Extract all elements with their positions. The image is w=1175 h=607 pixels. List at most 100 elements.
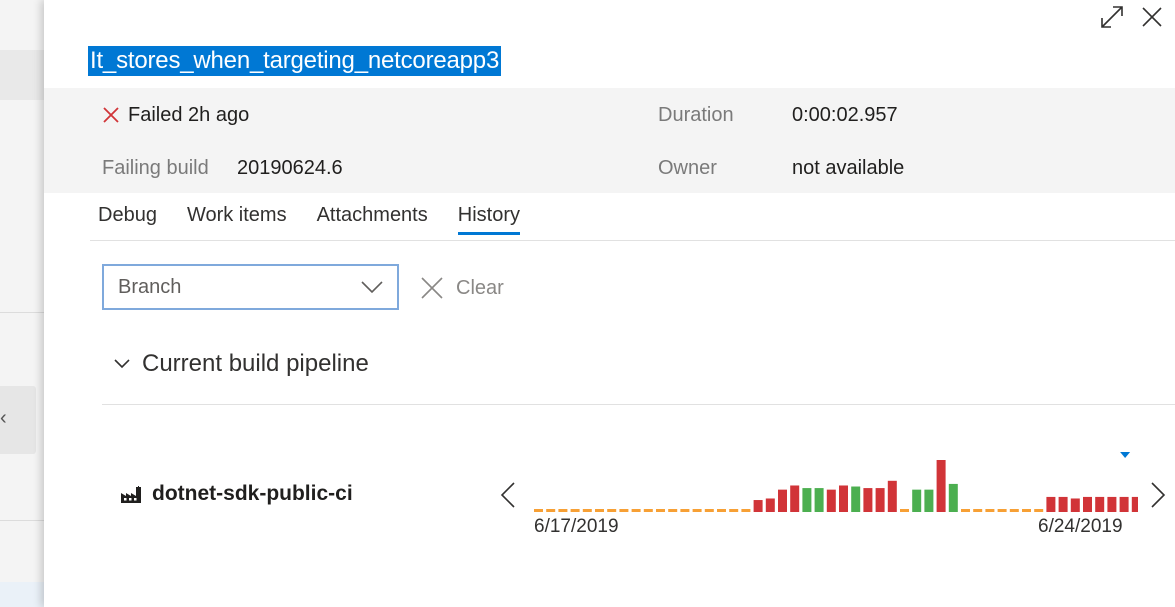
history-run-failed[interactable]	[1119, 496, 1129, 512]
failing-build-label: Failing build	[102, 157, 209, 179]
background-page-strip: ‹	[0, 0, 44, 607]
failing-build-value[interactable]: 20190624.6	[237, 155, 343, 181]
clear-filter-button[interactable]: Clear	[420, 276, 504, 300]
owner-value: not available	[792, 157, 905, 179]
chevron-left-icon	[500, 482, 515, 508]
history-run-none[interactable]	[1009, 509, 1019, 512]
tab-work-items[interactable]: Work items	[187, 204, 287, 235]
detail-tabs: Debug Work items Attachments History	[98, 204, 520, 235]
history-run-passed[interactable]	[912, 489, 922, 512]
history-run-none[interactable]	[546, 509, 556, 512]
history-run-failed[interactable]	[1070, 498, 1080, 512]
history-next-button[interactable]	[1150, 482, 1166, 511]
close-icon	[1142, 7, 1162, 27]
history-run-failed[interactable]	[839, 485, 848, 512]
chevron-down-icon	[114, 359, 130, 369]
history-run-failed[interactable]	[1107, 496, 1117, 512]
tab-history[interactable]: History	[457, 204, 520, 235]
chevron-down-icon	[361, 281, 383, 293]
history-run-none[interactable]	[741, 509, 751, 512]
history-run-none[interactable]	[717, 509, 726, 512]
history-run-none[interactable]	[631, 509, 641, 512]
section-label: Current build pipeline	[142, 350, 369, 377]
tab-attachments[interactable]: Attachments	[317, 204, 428, 235]
branch-dropdown[interactable]: Branch	[102, 264, 399, 310]
background-divider	[0, 520, 44, 521]
history-run-passed[interactable]	[802, 488, 812, 512]
pipeline-icon	[121, 486, 141, 503]
history-run-failed[interactable]	[753, 500, 763, 512]
close-button[interactable]	[1139, 4, 1165, 30]
test-history-chart	[534, 452, 1138, 512]
history-run-failed[interactable]	[863, 488, 873, 512]
history-run-failed[interactable]	[778, 489, 787, 512]
history-run-none[interactable]	[570, 509, 580, 512]
test-summary: Failed 2h ago Duration 0:00:02.957 Faili…	[44, 88, 1175, 193]
history-run-failed[interactable]	[1046, 496, 1056, 512]
owner-label: Owner	[658, 157, 717, 179]
history-run-none[interactable]	[961, 509, 970, 512]
history-run-none[interactable]	[534, 509, 543, 512]
history-run-passed[interactable]	[814, 488, 824, 512]
history-end-date: 6/24/2019	[1038, 516, 1123, 537]
history-run-none[interactable]	[607, 509, 617, 512]
history-run-none[interactable]	[582, 509, 592, 512]
history-start-date: 6/17/2019	[534, 516, 619, 537]
pipeline-name[interactable]: dotnet-sdk-public-ci	[152, 482, 353, 506]
background-nav-block	[0, 50, 44, 100]
history-run-failed[interactable]	[765, 498, 775, 512]
history-run-none[interactable]	[692, 509, 702, 512]
history-run-none[interactable]	[643, 509, 653, 512]
duration-label: Duration	[658, 104, 734, 126]
history-run-none[interactable]	[973, 509, 983, 512]
background-divider	[0, 312, 44, 313]
history-run-failed[interactable]	[1083, 496, 1092, 512]
pipeline-row-header: dotnet-sdk-public-ci	[120, 482, 353, 506]
history-run-none[interactable]	[985, 509, 995, 512]
history-run-failed[interactable]	[936, 460, 946, 512]
history-run-none[interactable]	[1034, 509, 1044, 512]
history-run-failed[interactable]	[1058, 496, 1068, 512]
clear-label: Clear	[456, 276, 504, 299]
chevron-left-icon[interactable]: ‹	[0, 408, 7, 428]
chevron-right-icon	[1151, 482, 1166, 508]
section-divider	[102, 404, 1175, 405]
clear-icon	[421, 277, 443, 299]
tabs-divider	[90, 240, 1175, 241]
current-build-pipeline-toggle[interactable]: Current build pipeline	[114, 350, 369, 378]
test-details-panel: It_stores_when_targeting_netcoreapp3 Fai…	[44, 0, 1175, 607]
background-selected-row	[0, 582, 44, 607]
history-run-failed[interactable]	[826, 489, 836, 512]
history-run-failed[interactable]	[1131, 496, 1138, 512]
history-run-none[interactable]	[729, 509, 739, 512]
expand-button[interactable]	[1099, 4, 1125, 30]
history-run-none[interactable]	[1022, 509, 1031, 512]
history-prev-button[interactable]	[500, 482, 516, 511]
history-run-failed[interactable]	[790, 485, 800, 512]
history-run-none[interactable]	[680, 509, 690, 512]
history-run-none[interactable]	[595, 509, 604, 512]
test-title: It_stores_when_targeting_netcoreapp3	[88, 46, 502, 76]
history-run-none[interactable]	[704, 509, 714, 512]
history-run-passed[interactable]	[948, 483, 958, 512]
history-run-none[interactable]	[558, 509, 568, 512]
history-run-failed[interactable]	[875, 488, 885, 512]
history-run-passed[interactable]	[851, 486, 861, 512]
panel-actions	[1099, 4, 1165, 30]
history-run-passed[interactable]	[924, 489, 934, 512]
duration-value: 0:00:02.957	[792, 104, 898, 126]
history-run-none[interactable]	[900, 509, 909, 512]
failed-icon	[103, 107, 119, 123]
history-run-failed[interactable]	[1095, 496, 1105, 512]
branch-placeholder: Branch	[118, 275, 182, 298]
tab-debug[interactable]: Debug	[98, 204, 157, 235]
expand-icon	[1101, 6, 1123, 28]
status-text: Failed 2h ago	[128, 104, 250, 126]
selected-run-marker	[1120, 452, 1131, 458]
history-run-none[interactable]	[656, 509, 665, 512]
history-run-none[interactable]	[668, 509, 678, 512]
history-run-failed[interactable]	[887, 480, 897, 512]
history-run-none[interactable]	[619, 509, 629, 512]
status-field: Failed 2h ago	[102, 102, 249, 128]
history-run-none[interactable]	[997, 509, 1007, 512]
